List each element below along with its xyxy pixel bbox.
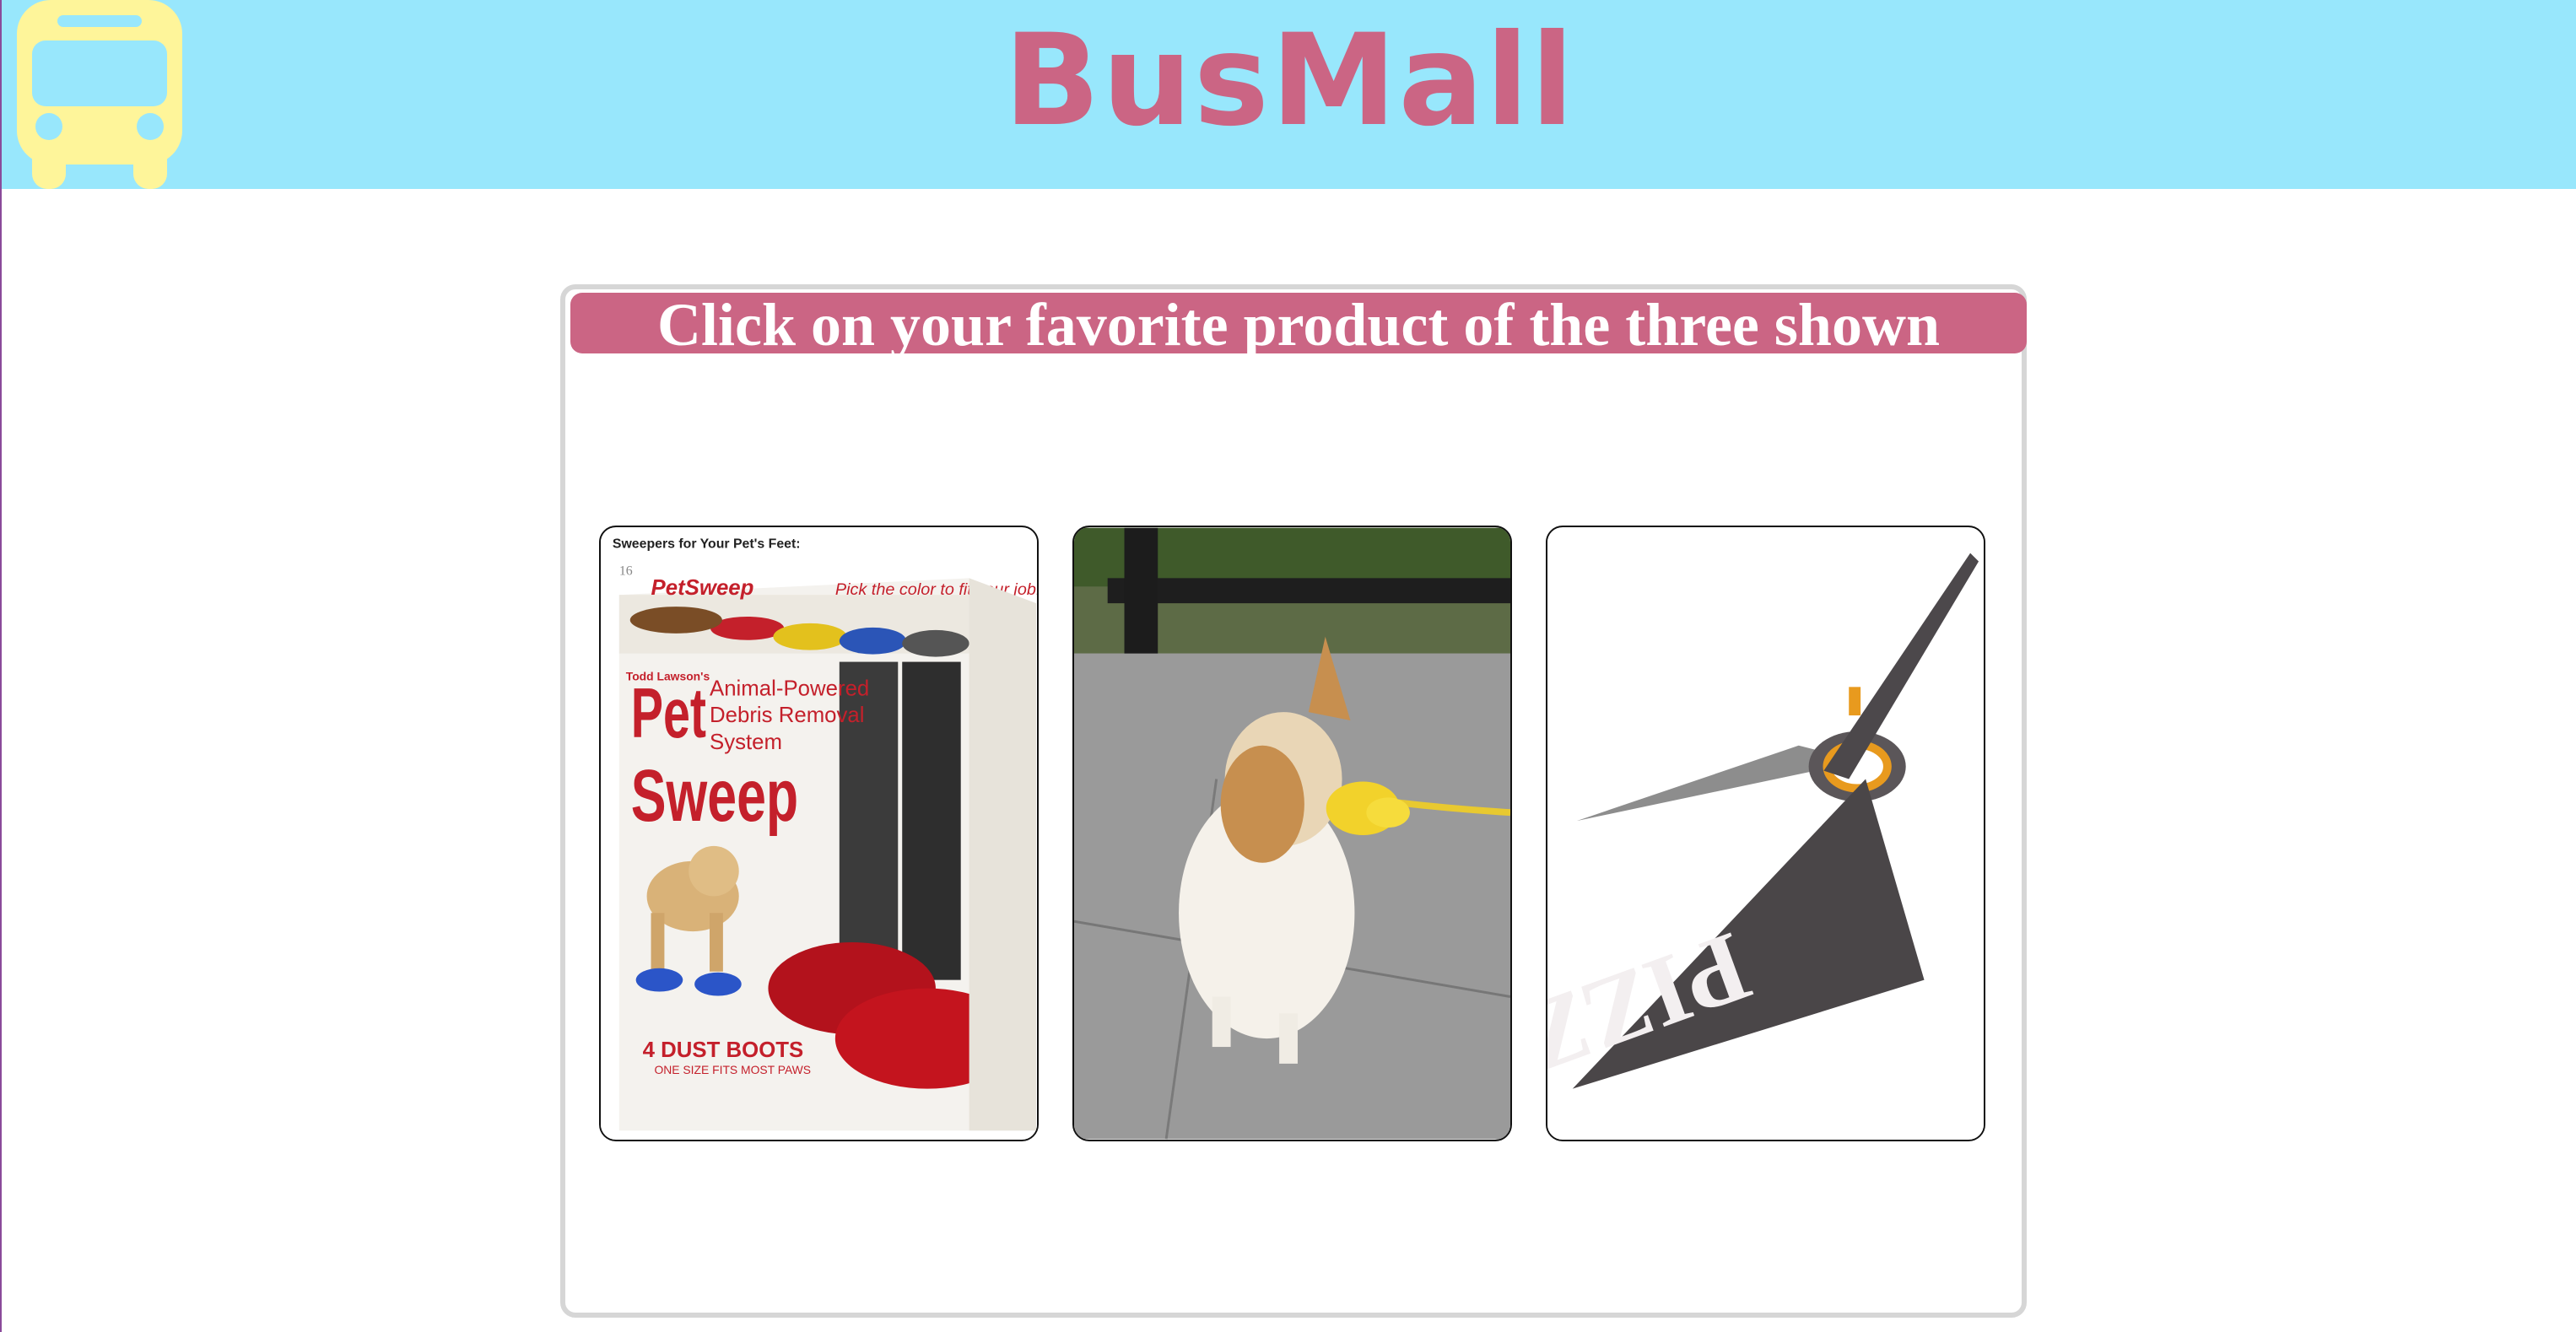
product-image-pet-sweep[interactable]: Sweepers for Your Pet's Feet: 16 PetSwee… — [599, 526, 1039, 1141]
pet-sweep-caption: Sweepers for Your Pet's Feet: — [613, 537, 801, 552]
dog-duck-image — [1074, 527, 1510, 1140]
pet-sweep-footer-2: ONE SIZE FITS MOST PAWS — [655, 1063, 812, 1076]
instruction-banner: Click on your favorite product of the th… — [570, 293, 2027, 353]
product-voting-panel: Click on your favorite product of the th… — [560, 284, 2027, 1318]
site-header: BusMall — [2, 0, 2576, 189]
site-title: BusMall — [1003, 8, 1576, 154]
pizza-scissors-image: PIZZA — [1547, 527, 1984, 1140]
svg-text:PetSweep: PetSweep — [651, 576, 754, 600]
svg-text:Pet: Pet — [631, 674, 706, 752]
svg-text:System: System — [710, 731, 782, 754]
product-image-dog-duck[interactable] — [1072, 526, 1512, 1141]
svg-text:Animal-Powered: Animal-Powered — [710, 677, 869, 700]
pet-sweep-footer-1: 4 DUST BOOTS — [643, 1038, 804, 1062]
pet-sweep-page-number: 16 — [619, 564, 633, 578]
svg-text:Sweep: Sweep — [631, 754, 798, 837]
product-image-pizza-scissors[interactable]: PIZZA — [1546, 526, 1985, 1141]
svg-text:Debris Removal: Debris Removal — [710, 704, 865, 727]
pet-sweep-image: Sweepers for Your Pet's Feet: 16 PetSwee… — [601, 527, 1037, 1140]
